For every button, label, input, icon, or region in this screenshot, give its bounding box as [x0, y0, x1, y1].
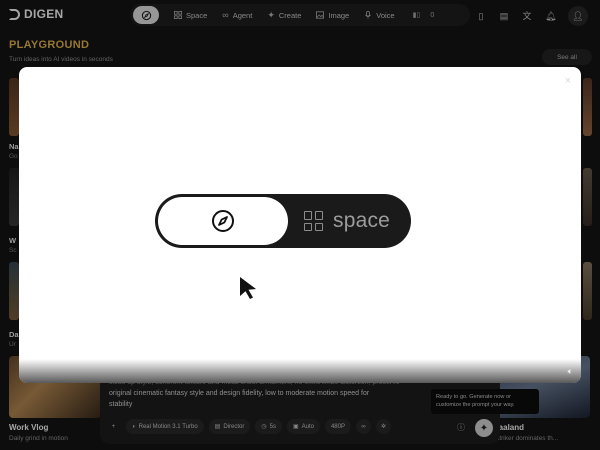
cursor-icon [240, 277, 256, 299]
toggle-option-explore[interactable] [158, 197, 288, 245]
intro-modal: × space 🔈︎ [19, 67, 581, 383]
toggle-label-space: space [333, 209, 391, 232]
modal-fade [19, 359, 581, 383]
close-icon[interactable]: × [565, 75, 571, 87]
toggle-option-space[interactable]: space [304, 194, 390, 248]
grid-icon [304, 211, 324, 231]
explore-space-toggle[interactable]: space [155, 194, 411, 248]
volume-muted-icon[interactable]: 🔈︎ [568, 366, 573, 377]
compass-icon [212, 210, 234, 232]
